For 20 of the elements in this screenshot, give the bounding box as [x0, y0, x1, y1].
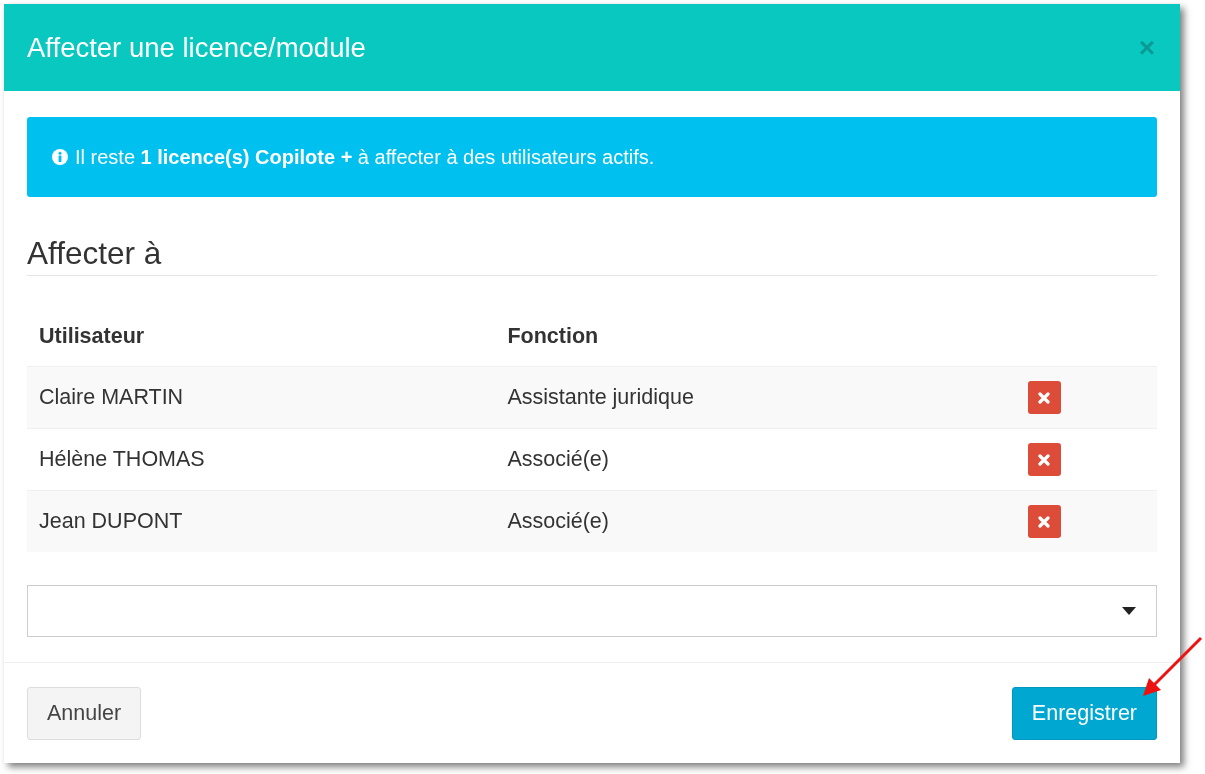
delete-button[interactable]	[1027, 381, 1061, 414]
alert-message: Il reste 1 licence(s) Copilote + à affecter à des utilisateurs actifs.	[75, 145, 655, 169]
column-header: Utilisateur	[27, 306, 496, 367]
cross-icon	[1038, 515, 1051, 528]
footer-button[interactable]: Annuler	[27, 687, 142, 740]
footer-button[interactable]: Enregistrer	[1011, 687, 1157, 740]
info-icon	[52, 149, 68, 165]
delete-button[interactable]	[1027, 443, 1061, 476]
delete-button[interactable]	[1027, 505, 1061, 538]
table-cell: Associé(e)	[495, 490, 1016, 552]
section-heading: Affecter à	[27, 235, 163, 271]
modal-title: Affecter une licence/module	[27, 31, 366, 64]
table-cell: Assistante juridique	[495, 366, 1016, 429]
table-cell: Jean DUPONT	[27, 490, 496, 552]
pointer-arrow-icon	[1141, 636, 1203, 698]
close-button[interactable]: ×	[1136, 33, 1157, 62]
column-header: Fonction	[495, 306, 1016, 367]
cross-icon	[1038, 391, 1051, 404]
table-cell: Claire MARTIN	[27, 366, 496, 429]
cross-icon	[1038, 453, 1051, 466]
